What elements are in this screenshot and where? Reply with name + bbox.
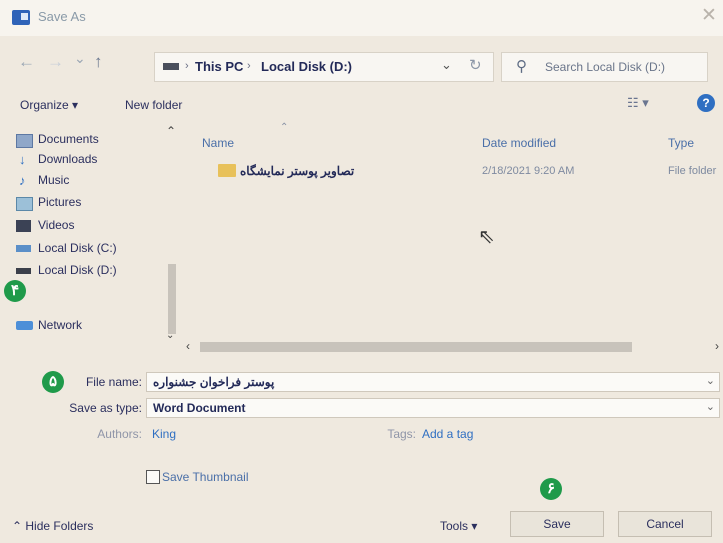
- downloads-icon: ↓: [19, 152, 26, 167]
- hide-folders-label: Hide Folders: [25, 519, 94, 533]
- sidebar-item-label: Videos: [38, 218, 75, 232]
- sidebar-item-local-disk-c[interactable]: Local Disk (C:): [14, 241, 174, 257]
- help-icon[interactable]: ?: [697, 94, 715, 112]
- file-name-label: File name:: [85, 375, 142, 389]
- pictures-icon: [16, 197, 33, 211]
- file-type: File folder: [668, 165, 717, 177]
- up-icon[interactable]: ↑: [94, 52, 103, 72]
- scroll-left-icon[interactable]: ‹: [186, 339, 190, 353]
- command-bar: Organize ▾ New folder ☷ ▾ ?: [0, 90, 723, 118]
- address-dropdown-icon[interactable]: ⌄: [441, 57, 452, 73]
- column-header-name[interactable]: Name: [202, 136, 234, 150]
- sidebar-item-music[interactable]: ♪ Music: [14, 173, 174, 189]
- chevron-down-icon[interactable]: ⌄: [706, 400, 715, 413]
- scrollbar-thumb[interactable]: [168, 264, 176, 334]
- view-options-icon[interactable]: ☷ ▾: [627, 95, 649, 111]
- save-thumbnail-checkbox[interactable]: [146, 470, 160, 484]
- add-tag-link[interactable]: Add a tag: [422, 427, 473, 441]
- navigation-pane: Documents ↓ Downloads ♪ Music Pictures V…: [14, 120, 176, 344]
- search-icon: ⚲: [516, 58, 527, 75]
- title-bar: Save As ✕: [0, 0, 723, 36]
- sidebar-item-downloads[interactable]: ↓ Downloads: [14, 152, 174, 168]
- breadcrumb-local-disk-d[interactable]: Local Disk (D:): [261, 59, 352, 74]
- table-row[interactable]: تصاویر پوستر نمایشگاه 2/18/2021 9:20 AM …: [180, 160, 723, 180]
- sidebar-scrollbar[interactable]: ⌃ ⌄: [166, 124, 178, 344]
- column-header-type[interactable]: Type: [668, 136, 694, 150]
- sidebar-item-pictures[interactable]: Pictures: [14, 195, 174, 211]
- breadcrumb-separator: ›: [185, 60, 189, 72]
- sidebar-item-local-disk-d[interactable]: Local Disk (D:): [14, 263, 174, 279]
- sidebar-item-label: Network: [38, 318, 83, 332]
- file-name: تصاویر پوستر نمایشگاه: [240, 164, 355, 178]
- cancel-button[interactable]: Cancel: [618, 511, 712, 537]
- back-icon[interactable]: ←: [18, 52, 35, 72]
- documents-icon: [16, 134, 33, 148]
- tags-label: Tags:: [387, 427, 416, 441]
- authors-label: Authors:: [97, 427, 142, 441]
- column-header-date[interactable]: Date modified: [482, 136, 556, 150]
- sort-up-icon: ⌃: [280, 122, 289, 133]
- breadcrumb-separator: ›: [247, 60, 251, 72]
- save-as-type-label: Save as type:: [69, 401, 142, 415]
- sidebar-item-label: Documents: [38, 132, 99, 146]
- authors-value[interactable]: King: [152, 427, 176, 441]
- hide-folders-button[interactable]: ⌃ Hide Folders: [12, 519, 93, 533]
- address-bar[interactable]: › This PC › Local Disk (D:) ⌄ ↻: [154, 52, 494, 82]
- sidebar-item-label: Pictures: [38, 195, 82, 209]
- sidebar-item-label: Local Disk (D:): [38, 263, 117, 277]
- videos-icon: [16, 220, 31, 232]
- new-folder-button[interactable]: New folder: [125, 98, 182, 112]
- refresh-icon[interactable]: ↻: [469, 56, 482, 74]
- sidebar-item-label: Music: [38, 173, 70, 187]
- save-as-type-value: Word Document: [153, 401, 246, 415]
- drive-icon: [16, 245, 31, 252]
- file-name-value: پوستر فراخوان جشنواره: [153, 375, 275, 389]
- navigation-bar: ← → ⌄ ↑ › This PC › Local Disk (D:) ⌄ ↻ …: [0, 45, 723, 85]
- word-app-icon: [12, 10, 30, 25]
- chevron-up-icon: ⌃: [12, 519, 26, 533]
- file-list: Name ⌃ Date modified Type تصاویر پوستر ن…: [180, 120, 723, 344]
- scroll-down-icon[interactable]: ⌄: [166, 330, 174, 341]
- save-thumbnail-label: Save Thumbnail: [162, 470, 249, 484]
- drive-icon: [16, 268, 31, 274]
- mouse-cursor: ⇖: [478, 226, 495, 248]
- search-placeholder: Search Local Disk (D:): [545, 60, 666, 74]
- save-button[interactable]: Save: [510, 511, 604, 537]
- scroll-right-icon[interactable]: ›: [715, 339, 719, 353]
- window-title: Save As: [38, 9, 86, 24]
- organize-menu[interactable]: Organize ▾: [20, 98, 78, 112]
- network-icon: [16, 321, 33, 330]
- tools-menu[interactable]: Tools ▾: [440, 519, 477, 533]
- close-icon[interactable]: ✕: [701, 4, 717, 27]
- sidebar-item-label: Downloads: [38, 152, 98, 166]
- save-as-type-select[interactable]: Word Document ⌄: [146, 398, 720, 418]
- file-name-field[interactable]: پوستر فراخوان جشنواره ⌄: [146, 372, 720, 392]
- sidebar-item-network[interactable]: Network: [14, 318, 174, 334]
- sidebar-item-label: Local Disk (C:): [38, 241, 117, 255]
- recent-locations-icon[interactable]: ⌄: [74, 50, 86, 67]
- step-badge-5: ۵: [42, 371, 64, 393]
- folder-icon: [218, 164, 236, 177]
- music-icon: ♪: [19, 173, 26, 188]
- breadcrumb-this-pc[interactable]: This PC: [195, 59, 243, 74]
- step-badge-4: ۴: [4, 280, 26, 302]
- forward-icon[interactable]: →: [47, 52, 64, 72]
- drive-icon: [163, 63, 179, 70]
- chevron-down-icon[interactable]: ⌄: [706, 374, 715, 387]
- horizontal-scrollbar[interactable]: ‹ ›: [180, 339, 723, 354]
- step-badge-6: ۶: [540, 478, 562, 500]
- search-box[interactable]: ⚲ Search Local Disk (D:): [501, 52, 708, 82]
- sidebar-item-videos[interactable]: Videos: [14, 218, 174, 234]
- scroll-up-icon[interactable]: ⌃: [166, 124, 176, 138]
- sidebar-item-documents[interactable]: Documents: [14, 132, 174, 148]
- file-date: 2/18/2021 9:20 AM: [482, 165, 575, 177]
- scrollbar-thumb[interactable]: [200, 342, 632, 352]
